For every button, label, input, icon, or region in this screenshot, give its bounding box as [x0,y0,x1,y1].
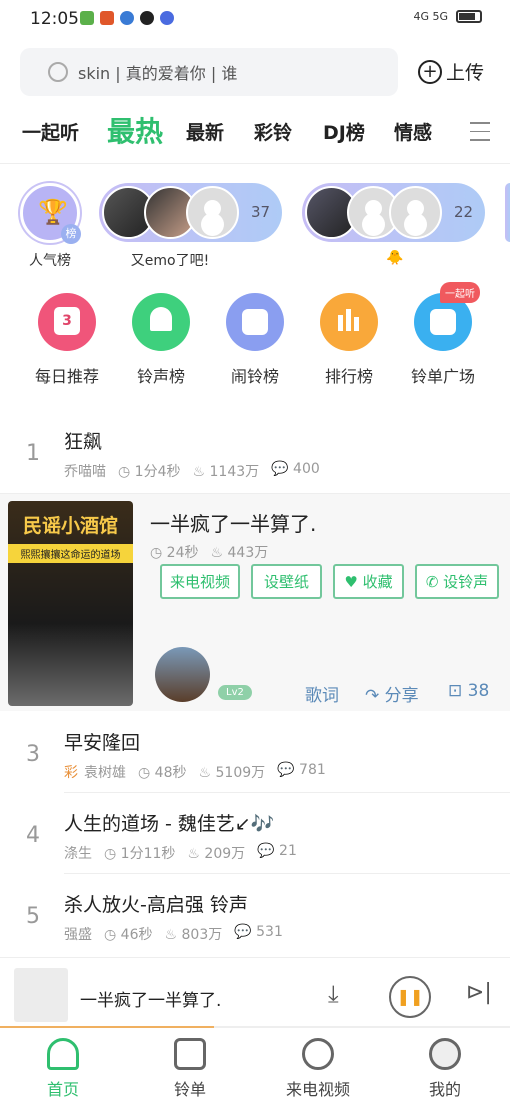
plus-icon: + [418,59,442,84]
tab-dj[interactable]: DJ榜 [323,118,365,145]
feature-label[interactable]: 每日推荐 [22,363,112,387]
clock-icon: ◷ 1分4秒 [118,464,181,480]
level-badge: Lv2 [218,685,252,700]
bottom-nav: 首页 铃单 来电视频 我的 [0,1030,510,1105]
flame-icon: ♨ 443万 [210,545,269,561]
upload-button[interactable]: + 上传 [418,58,484,85]
album-art [14,968,68,1022]
mini-player[interactable]: 一半疯了一半算了. ⤓ ❚❚ ⊳| [0,957,510,1027]
trophy-icon: 🏆 [38,198,68,226]
listen-together-badge: 一起听 [440,282,480,303]
tab-new[interactable]: 最新 [186,118,224,145]
battery-icon [456,10,482,23]
expanded-song-row[interactable]: 民谣小酒馆 熙熙攘攘这命运的道场 一半疯了一半算了. ◷ 24秒 ♨ 443万 来电… [0,493,510,711]
song-title: 早安隆回 [64,732,141,754]
feature-label[interactable]: 排行榜 [304,363,394,387]
bell-icon[interactable] [132,293,190,351]
tab-color-ring[interactable]: 彩铃 [254,118,292,145]
share-icon: ↷ [365,686,385,706]
comment-icon: 💬 531 [234,924,283,940]
feature-label[interactable]: 铃声榜 [116,363,206,387]
comment-icon: 💬 781 [277,762,326,778]
call-video-button[interactable]: 来电视频 [160,564,240,599]
phone-icon: ✆ [425,572,444,591]
nav-mine[interactable]: 我的 [395,1038,495,1100]
search-input[interactable]: skin | 真的爱着你 | 谁 [20,48,398,96]
notification-icons [80,11,174,25]
flame-icon: ♨ 803万 [164,927,223,943]
phone-video-icon [302,1038,334,1070]
room-label: 🐥 [386,250,404,266]
feature-label[interactable]: 铃单广场 [398,363,488,387]
listener-count: 37 [251,203,271,221]
alarm-icon[interactable] [226,293,284,351]
comment-icon: 💬 21 [257,843,297,859]
chart-icon[interactable] [320,293,378,351]
heart-icon: ♥ [344,572,363,591]
status-time: 12:05 [30,9,79,29]
song-title: 一半疯了一半算了. [150,512,317,536]
song-row[interactable]: 1 狂飙 乔喵喵 ◷ 1分4秒 ♨ 1143万 💬 400 [0,411,510,492]
avatar-placeholder [186,186,239,239]
video-thumbnail[interactable]: 民谣小酒馆 熙熙攘攘这命运的道场 [8,501,133,706]
status-bar: 12:05 4G 5G [0,0,510,38]
room-label: 又emo了吧! [130,253,210,269]
comment-icon: ⊡ [448,681,468,701]
divider [0,163,510,164]
flame-icon: ♨ 1143万 [192,464,260,480]
set-wallpaper-button[interactable]: 设壁纸 [251,564,322,599]
listener-count: 22 [454,203,474,221]
calendar-icon[interactable]: 3 [38,293,96,351]
room-card[interactable] [505,183,510,242]
clock-icon: ◷ 48秒 [138,765,187,781]
bell-icon [47,1038,79,1070]
favorite-button[interactable]: ♥ 收藏 [333,564,404,599]
signal-icons: 4G 5G [413,10,482,23]
song-row[interactable]: 4 人生的道场 - 魏佳艺↙🎶 涤生 ◷ 1分11秒 ♨ 209万 💬 21 [0,793,510,874]
avatar-icon [429,1038,461,1070]
avatar-placeholder [389,186,442,239]
pause-button[interactable]: ❚❚ [389,976,431,1018]
flame-icon: ♨ 5109万 [198,765,266,781]
feature-label[interactable]: 闹铃榜 [210,363,300,387]
room-label: 人气榜 [29,253,71,269]
search-icon [48,62,68,82]
playback-progress [0,1026,510,1028]
song-row[interactable]: 5 杀人放火-高启强 铃声 强盛 ◷ 46秒 ♨ 803万 💬 531 [0,874,510,955]
clock-icon: ◷ 24秒 [150,545,199,561]
flame-icon: ♨ 209万 [187,846,246,862]
song-title: 狂飙 [64,431,103,453]
share-button[interactable]: ↷ 分享 [365,681,419,706]
nav-call-video[interactable]: 来电视频 [268,1038,368,1100]
song-title: 杀人放火-高启强 铃声 [64,894,248,916]
nav-home[interactable]: 首页 [13,1038,113,1100]
menu-icon[interactable] [470,122,490,148]
tab-listen-together[interactable]: 一起听 [22,118,79,145]
song-row[interactable]: 3 早安隆回 彩袁树雄 ◷ 48秒 ♨ 5109万 💬 781 [0,712,510,793]
next-icon[interactable]: ⊳| [466,980,492,1005]
nav-ringlist[interactable]: 铃单 [140,1038,240,1100]
now-playing-title: 一半疯了一半算了. [80,991,222,1011]
room-card[interactable]: 22 [302,183,485,242]
room-card[interactable]: 37 [99,183,282,242]
lyrics-button[interactable]: 歌词 [305,681,339,706]
clock-icon: ◷ 1分11秒 [104,846,176,862]
color-ring-tag: 彩 [64,765,78,781]
tab-hot[interactable]: 最热 [107,110,163,150]
comments-button[interactable]: ⊡ 38 [448,681,489,701]
category-tabs: 一起听 最热 最新 彩铃 DJ榜 情感 [0,110,510,154]
speaker-icon [174,1038,206,1070]
uploader-avatar[interactable] [155,647,210,702]
tab-emotion[interactable]: 情感 [394,118,432,145]
clock-icon: ◷ 46秒 [104,927,153,943]
popularity-chart-button[interactable]: 🏆 榜 [20,183,81,244]
chart-badge: 榜 [61,224,81,244]
download-icon[interactable]: ⤓ [328,980,339,1008]
set-ringtone-button[interactable]: ✆ 设铃声 [415,564,499,599]
song-title: 人生的道场 - 魏佳艺↙🎶 [64,813,275,835]
comment-icon: 💬 400 [271,461,320,477]
